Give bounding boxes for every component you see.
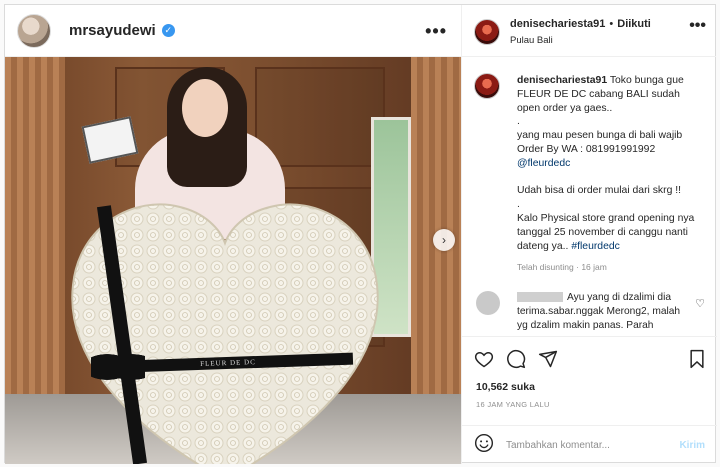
- comment-input[interactable]: [506, 439, 666, 451]
- comment-like-heart-icon[interactable]: ♡: [695, 297, 705, 310]
- curtain-left: [5, 57, 65, 417]
- more-options-icon[interactable]: •••: [425, 21, 447, 42]
- follow-status-button[interactable]: Diikuti: [617, 18, 651, 30]
- caption-line-text: Toko bunga gue: [609, 75, 684, 86]
- next-photo-button[interactable]: ›: [433, 229, 455, 251]
- comment-line: terima.sabar.nggak Merong2, malah: [517, 305, 681, 317]
- caption-line: FLEUR DE DC cabang BALI sudah: [517, 88, 680, 100]
- person-face: [182, 79, 228, 137]
- heart-icon[interactable]: [474, 349, 494, 374]
- caption-section: denisechariesta91 Toko bunga gue FLEUR D…: [462, 59, 717, 337]
- separator-dot: •: [609, 18, 614, 30]
- post-header: denisechariesta91 • Diikuti Pulau Bali •••: [462, 5, 716, 57]
- emoji-icon[interactable]: [474, 433, 494, 458]
- caption-line: Kalo Physical store grand opening nya: [517, 212, 695, 224]
- caption-line: open order ya gaes..: [517, 102, 613, 114]
- comment-line: yg dzalim makin panas. Parah: [517, 319, 654, 331]
- share-icon[interactable]: [538, 349, 558, 374]
- add-comment-bar: Kirim: [462, 425, 717, 464]
- action-bar: [462, 345, 717, 375]
- ribbon-bow: [91, 347, 145, 387]
- chevron-right-icon: ›: [442, 233, 446, 247]
- caption-meta: Telah disunting · 16 jam: [517, 262, 607, 272]
- verified-badge-icon: ✓: [161, 24, 175, 37]
- post-photo[interactable]: FLEUR DE DC ›: [5, 57, 461, 464]
- reposter-header: mrsayudewi ✓ •••: [5, 5, 461, 57]
- comment-text: Ayu yang di dzalimi dia terima.sabar.ngg…: [517, 291, 697, 332]
- author-avatar[interactable]: [474, 19, 500, 45]
- instagram-post-frame: mrsayudewi ✓ ••• FLEUR DE DC › denisecha…: [4, 4, 717, 464]
- comment-icon[interactable]: [506, 349, 526, 374]
- caption-author-avatar[interactable]: [474, 73, 500, 99]
- caption-time: 16 jam: [581, 262, 607, 272]
- caption-line: .: [517, 116, 520, 128]
- like-count[interactable]: 10,562 suka: [476, 381, 535, 393]
- more-options-icon[interactable]: •••: [689, 17, 706, 35]
- edited-label: Telah disunting: [517, 262, 574, 272]
- comment-item: Ayu yang di dzalimi dia terima.sabar.ngg…: [462, 287, 717, 336]
- caption-line: .: [517, 199, 520, 211]
- reposter-avatar[interactable]: [17, 13, 51, 48]
- post-timestamp[interactable]: 16 JAM YANG LALU: [476, 400, 550, 409]
- caption-line: Udah bisa di order mulai dari skrg !!: [517, 185, 682, 197]
- caption-username[interactable]: denisechariesta91: [517, 75, 607, 86]
- location-link[interactable]: Pulau Bali: [510, 35, 553, 46]
- caption-text: denisechariesta91 Toko bunga gue FLEUR D…: [517, 74, 707, 253]
- bookmark-icon[interactable]: [688, 349, 706, 374]
- ribbon-brand-text: FLEUR DE DC: [200, 358, 256, 368]
- post-comment-button[interactable]: Kirim: [679, 440, 705, 451]
- caption-line: tanggal 25 november di canggu nanti: [517, 226, 688, 238]
- comment-line: Ayu yang di dzalimi dia: [567, 292, 672, 303]
- author-username[interactable]: denisechariesta91: [510, 18, 605, 30]
- caption-line: dateng ya.. #fleurdedc: [517, 240, 620, 252]
- commenter-avatar[interactable]: [476, 291, 500, 315]
- caption-line: [517, 171, 707, 185]
- hashtag-link[interactable]: #fleurdedc: [571, 241, 620, 252]
- door-panel: [255, 67, 385, 167]
- author-line: denisechariesta91 • Diikuti: [510, 18, 651, 30]
- meta-separator: ·: [576, 262, 579, 272]
- mention-link[interactable]: @fleurdedc: [517, 157, 707, 171]
- caption-line: yang mau pesen bunga di bali wajib: [517, 130, 683, 142]
- redacted-username: [517, 292, 563, 303]
- caption-line: denisechariesta91 Toko bunga gue: [517, 74, 707, 88]
- reposter-username[interactable]: mrsayudewi: [69, 22, 156, 39]
- post-side-panel: denisechariesta91 • Diikuti Pulau Bali •••…: [461, 5, 717, 464]
- caption-line: Order By WA : 081991991992: [517, 143, 656, 155]
